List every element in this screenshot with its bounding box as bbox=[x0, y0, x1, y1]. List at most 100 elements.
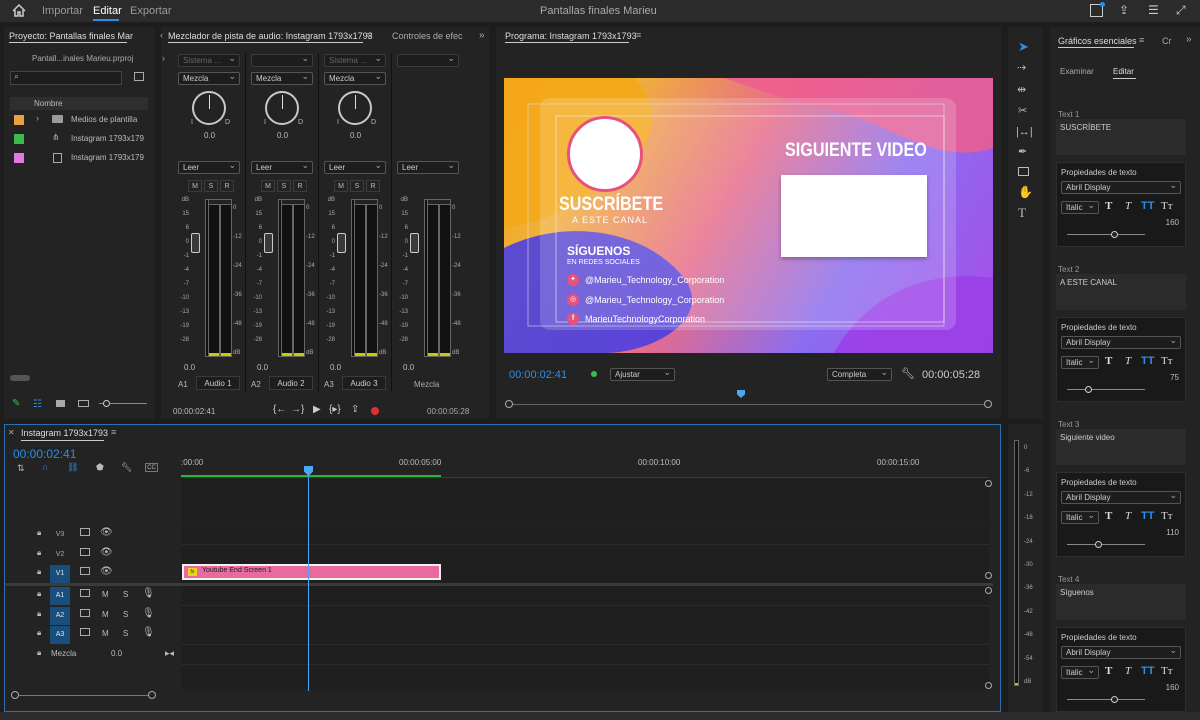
channel-s-button[interactable]: S bbox=[204, 180, 218, 192]
font-select[interactable]: Abril Display bbox=[1061, 180, 1181, 194]
new-bin-icon[interactable] bbox=[134, 72, 144, 81]
font-style-select[interactable]: Italic bbox=[1061, 510, 1099, 524]
route-select[interactable]: Sistema ... bbox=[178, 53, 240, 67]
mix-select[interactable]: Mezcla bbox=[251, 71, 313, 85]
wrench-icon[interactable]: 🔧︎ bbox=[901, 367, 915, 380]
project-hscroll[interactable] bbox=[10, 375, 30, 381]
track-target[interactable]: A3 bbox=[50, 626, 70, 644]
eye-icon[interactable]: 👁︎ bbox=[100, 547, 113, 558]
text-layer-value[interactable]: SUSCRÍBETE bbox=[1056, 119, 1186, 155]
sync-lock-icon[interactable] bbox=[80, 589, 90, 597]
channel-s-button[interactable]: S bbox=[277, 180, 291, 192]
automation-select[interactable]: Leer bbox=[178, 160, 240, 174]
lock-icon[interactable]: 🔒︎ bbox=[37, 628, 41, 638]
hscroll-left-handle[interactable] bbox=[11, 691, 19, 699]
solo-button[interactable]: S bbox=[123, 610, 128, 619]
timeline-timecode[interactable]: 00:00:02:41 bbox=[13, 447, 76, 461]
italic-button[interactable]: T bbox=[1125, 665, 1131, 677]
eye-icon[interactable]: 👁︎ bbox=[100, 527, 113, 538]
track-name[interactable]: Audio 3 bbox=[342, 376, 386, 390]
sync-lock-icon[interactable] bbox=[80, 528, 90, 536]
sync-lock-icon[interactable] bbox=[80, 567, 90, 575]
essential-more-icon[interactable]: » bbox=[1186, 34, 1192, 45]
playhead-marker[interactable] bbox=[737, 390, 745, 398]
mix-track-lane[interactable] bbox=[181, 645, 989, 665]
rectangle-icon[interactable] bbox=[1018, 167, 1029, 176]
italic-button[interactable]: T bbox=[1125, 200, 1131, 212]
timeline-vscroll-mid2[interactable] bbox=[985, 587, 992, 594]
quality-select[interactable]: Completa bbox=[827, 367, 892, 381]
linked-selection-icon[interactable]: ⛓ bbox=[67, 462, 78, 473]
freeform-view-icon[interactable] bbox=[78, 400, 89, 407]
track-target[interactable]: V1 bbox=[50, 565, 70, 583]
search-input[interactable] bbox=[10, 71, 122, 85]
slip-icon[interactable]: |↔| bbox=[1016, 126, 1033, 138]
mix-select[interactable]: Mezcla bbox=[178, 71, 240, 85]
lock-icon[interactable]: 🔒︎ bbox=[37, 589, 41, 599]
add-marker-icon[interactable]: ⬟ bbox=[96, 462, 104, 473]
subtab-examinar[interactable]: Examinar bbox=[1060, 67, 1094, 76]
mix-select[interactable]: Mezcla bbox=[324, 71, 386, 85]
eye-icon[interactable]: 👁︎ bbox=[100, 566, 113, 577]
slider-thumb[interactable] bbox=[1094, 541, 1102, 548]
slider-thumb[interactable] bbox=[1111, 231, 1119, 238]
icon-view-icon[interactable] bbox=[56, 400, 65, 407]
loop-icon[interactable]: {▸} bbox=[329, 404, 341, 415]
font-select[interactable]: Abril Display bbox=[1061, 490, 1181, 504]
channel-s-button[interactable]: S bbox=[350, 180, 364, 192]
pan-knob[interactable] bbox=[265, 91, 299, 125]
channel-m-button[interactable]: M bbox=[334, 180, 348, 192]
go-in-icon[interactable]: {← bbox=[273, 404, 286, 415]
program-scrubber[interactable] bbox=[510, 404, 988, 405]
mute-button[interactable]: M bbox=[102, 610, 109, 619]
panel-expand-icon[interactable]: ‹ bbox=[160, 30, 163, 40]
export-icon[interactable]: ⇪ bbox=[351, 404, 359, 415]
font-size-value[interactable]: 75 bbox=[1170, 373, 1179, 382]
timeline-tab[interactable]: Instagram 1793x1793 bbox=[21, 428, 108, 438]
scrubber-right-handle[interactable] bbox=[984, 400, 992, 408]
timeline-vscroll-top[interactable] bbox=[985, 480, 992, 487]
font-select[interactable]: Abril Display bbox=[1061, 335, 1181, 349]
font-size-slider[interactable] bbox=[1067, 696, 1145, 703]
small-caps-button[interactable]: Tт bbox=[1161, 510, 1173, 522]
go-to-end-icon[interactable]: ▸◂ bbox=[165, 648, 174, 659]
mix-value[interactable]: 0.0 bbox=[111, 649, 122, 658]
lock-icon[interactable]: 🔒︎ bbox=[37, 648, 41, 658]
small-caps-button[interactable]: Tт bbox=[1161, 665, 1173, 677]
slider-thumb[interactable] bbox=[1084, 386, 1092, 393]
track-target[interactable]: V2 bbox=[50, 546, 70, 564]
track-target[interactable]: V3 bbox=[50, 526, 70, 544]
expand-icon[interactable]: › bbox=[36, 113, 39, 123]
font-style-select[interactable]: Italic bbox=[1061, 665, 1099, 679]
track-lane[interactable] bbox=[181, 586, 989, 606]
home-icon[interactable] bbox=[12, 3, 26, 17]
pan-knob[interactable] bbox=[338, 91, 372, 125]
track-lane[interactable] bbox=[181, 606, 989, 626]
volume-fader-thumb[interactable] bbox=[410, 233, 419, 253]
all-caps-button[interactable]: TT bbox=[1141, 355, 1154, 367]
solo-button[interactable]: S bbox=[123, 629, 128, 638]
panel-more-icon[interactable]: » bbox=[479, 30, 485, 41]
timeline-menu-icon[interactable]: ≡ bbox=[111, 427, 116, 437]
sync-lock-icon[interactable] bbox=[80, 609, 90, 617]
fullscreen-icon[interactable]: ⤢ bbox=[1176, 3, 1186, 18]
font-size-value[interactable]: 160 bbox=[1166, 683, 1179, 692]
ripple-edit-icon[interactable]: ⇹ bbox=[1017, 83, 1026, 96]
tab-exportar[interactable]: Exportar bbox=[130, 5, 172, 17]
list-item[interactable]: Instagram 1793x179 bbox=[10, 149, 148, 168]
pen-icon[interactable]: ✒ bbox=[1018, 145, 1027, 158]
lock-icon[interactable]: 🔒︎ bbox=[37, 528, 41, 538]
track-target[interactable]: A2 bbox=[50, 607, 70, 625]
volume-fader-thumb[interactable] bbox=[337, 233, 346, 253]
track-select-icon[interactable]: ⇢ bbox=[1017, 61, 1026, 74]
play-icon[interactable]: ▶ bbox=[313, 404, 321, 415]
workspace-icon[interactable] bbox=[1090, 2, 1105, 17]
mic-icon[interactable]: 🎙︎ bbox=[142, 608, 155, 619]
captions-icon[interactable]: CC bbox=[145, 463, 158, 472]
lock-icon[interactable]: 🔒︎ bbox=[37, 567, 41, 577]
solo-button[interactable]: S bbox=[123, 590, 128, 599]
text-layer-value[interactable]: Siguiente video bbox=[1056, 429, 1186, 465]
pan-knob[interactable] bbox=[192, 91, 226, 125]
settings-wrench-icon[interactable]: 🔧︎ bbox=[121, 462, 132, 473]
route-select[interactable] bbox=[397, 53, 459, 67]
